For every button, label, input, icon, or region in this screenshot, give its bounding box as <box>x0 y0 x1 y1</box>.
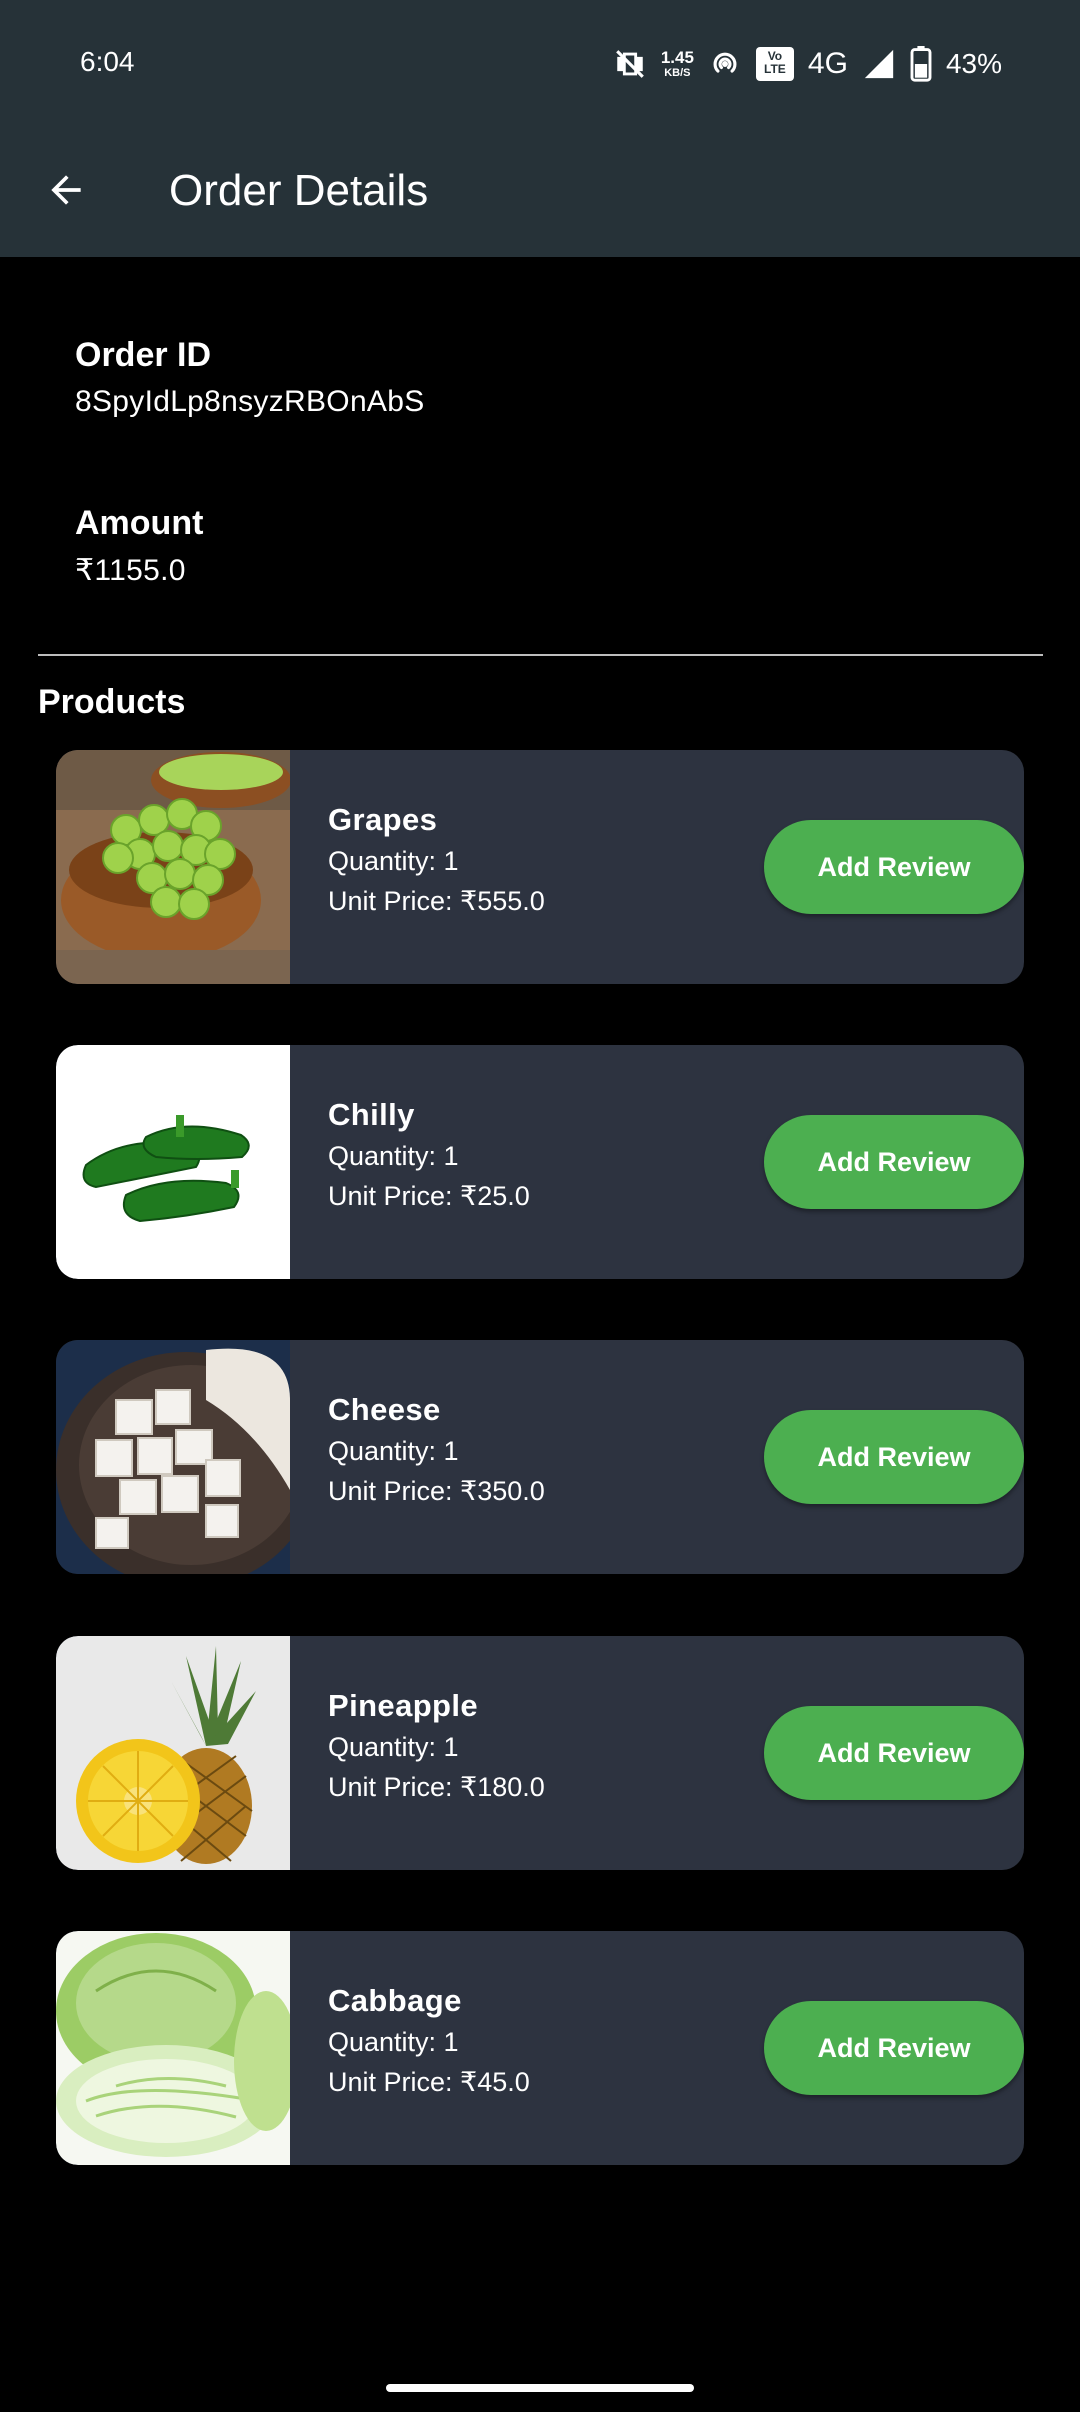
amount-label: Amount <box>75 504 204 542</box>
arrow-left-icon <box>51 175 81 205</box>
status-time: 6:04 <box>80 46 135 77</box>
network-type: 4G <box>807 47 848 80</box>
grapes-image <box>56 750 290 984</box>
status-icons: 1.45 KB/S Vo LTE 4G 43% <box>613 40 1002 88</box>
app-bar: Order Details <box>0 128 1080 257</box>
product-name: Cabbage <box>328 1983 462 2018</box>
product-card-cabbage: Cabbage Quantity: 1 Unit Price: ₹45.0 Ad… <box>56 1931 1024 2165</box>
add-review-button[interactable]: Add Review <box>764 1115 1024 1209</box>
product-unit-price: Unit Price: ₹180.0 <box>328 1772 545 1802</box>
top-bar: 6:04 1.45 KB/S Vo LTE 4G 43% Order Detai… <box>0 0 1080 257</box>
products-heading: Products <box>38 683 186 721</box>
cheese-image <box>56 1340 290 1574</box>
product-name: Grapes <box>328 802 438 837</box>
network-speed: 1.45 KB/S <box>661 49 694 79</box>
back-button[interactable] <box>34 158 98 222</box>
product-unit-price: Unit Price: ₹25.0 <box>328 1181 530 1211</box>
product-quantity: Quantity: 1 <box>328 1436 459 1466</box>
home-indicator[interactable] <box>386 2384 694 2392</box>
add-review-button[interactable]: Add Review <box>764 1410 1024 1504</box>
product-quantity: Quantity: 1 <box>328 846 459 876</box>
status-bar: 6:04 1.45 KB/S Vo LTE 4G 43% <box>0 0 1080 128</box>
product-card-pineapple: Pineapple Quantity: 1 Unit Price: ₹180.0… <box>56 1636 1024 1870</box>
product-name: Chilly <box>328 1097 415 1132</box>
network-speed-value: 1.45 <box>660 48 694 67</box>
cabbage-image <box>56 1931 290 2165</box>
add-review-button[interactable]: Add Review <box>764 820 1024 914</box>
chilly-image <box>56 1045 290 1279</box>
signal-icon <box>862 47 896 81</box>
product-quantity: Quantity: 1 <box>328 1141 459 1171</box>
amount-section: Amount ₹1155.0 <box>75 504 203 588</box>
product-unit-price: Unit Price: ₹350.0 <box>328 1476 545 1506</box>
battery-icon <box>910 46 932 82</box>
product-unit-price: Unit Price: ₹45.0 <box>328 2067 530 2097</box>
network-speed-unit: KB/S <box>664 67 691 79</box>
page-title: Order Details <box>169 166 429 215</box>
volte-icon: Vo LTE <box>755 47 794 81</box>
product-card-grapes: Grapes Quantity: 1 Unit Price: ₹555.0 Ad… <box>56 750 1024 984</box>
product-card-chilly: Chilly Quantity: 1 Unit Price: ₹25.0 Add… <box>56 1045 1024 1279</box>
order-id-section: Order ID 8SpyIdLp8nsyzRBOnAbS <box>75 336 425 419</box>
product-quantity: Quantity: 1 <box>328 1732 459 1762</box>
product-card-cheese: Cheese Quantity: 1 Unit Price: ₹350.0 Ad… <box>56 1340 1024 1574</box>
order-id-label: Order ID <box>75 336 212 374</box>
battery-percent: 43% <box>945 48 1002 79</box>
product-quantity: Quantity: 1 <box>328 2027 459 2057</box>
divider <box>38 654 1043 656</box>
pineapple-image <box>56 1636 290 1870</box>
amount-value: ₹1155.0 <box>75 554 186 587</box>
product-name: Pineapple <box>328 1688 479 1723</box>
product-name: Cheese <box>328 1392 441 1427</box>
add-review-button[interactable]: Add Review <box>764 1706 1024 1800</box>
vibrate-off-icon <box>613 47 647 81</box>
order-id-value: 8SpyIdLp8nsyzRBOnAbS <box>75 385 425 418</box>
product-unit-price: Unit Price: ₹555.0 <box>328 886 545 916</box>
hotspot-icon <box>708 47 742 81</box>
order-details-screen: 6:04 1.45 KB/S Vo LTE 4G 43% Order Detai… <box>0 0 1080 2412</box>
add-review-button[interactable]: Add Review <box>764 2001 1024 2095</box>
